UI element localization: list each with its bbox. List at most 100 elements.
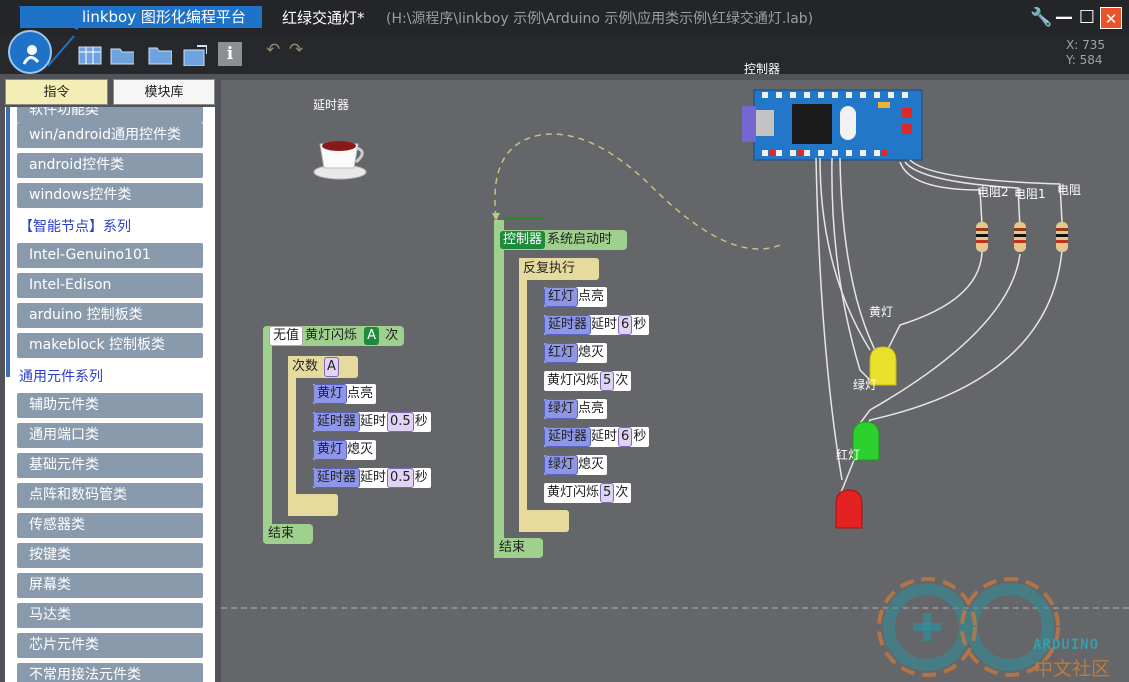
- event-block-header[interactable]: 控制器 系统启动时: [494, 230, 627, 250]
- event-target[interactable]: 控制器: [500, 231, 546, 249]
- category-item[interactable]: win/android通用控件类: [17, 123, 203, 148]
- statement-value[interactable]: 5: [600, 483, 615, 503]
- statement-action: 延时: [591, 317, 618, 332]
- repeat-block-end: [288, 494, 338, 516]
- statement-block[interactable]: 黄灯闪烁 5 次: [544, 483, 632, 503]
- category-item[interactable]: 软件功能类: [17, 107, 203, 123]
- open-folder-icon[interactable]: [110, 44, 134, 66]
- resistor-label: 电阻: [1057, 183, 1082, 197]
- statement-block[interactable]: 黄灯闪烁 5 次: [544, 371, 632, 391]
- statement-target[interactable]: 绿灯: [544, 399, 579, 419]
- coffee-cup-timer-icon[interactable]: [312, 134, 370, 182]
- minimize-button[interactable]: —: [1053, 7, 1075, 29]
- category-item[interactable]: android控件类: [17, 153, 203, 178]
- close-button[interactable]: ✕: [1100, 7, 1122, 29]
- category-header: 通用元件系列: [19, 369, 103, 385]
- repeat-count-label: 次数: [292, 359, 319, 374]
- category-item[interactable]: 辅助元件类: [17, 393, 203, 418]
- statement-block[interactable]: 延时器 延时 6 秒: [544, 427, 650, 447]
- statement-block[interactable]: 延时器 延时 0.5 秒: [313, 412, 431, 432]
- statement-block[interactable]: 延时器 延时 6 秒: [544, 315, 650, 335]
- statement-target[interactable]: 延时器: [544, 427, 592, 447]
- function-block-frame: [263, 326, 272, 544]
- category-item[interactable]: windows控件类: [17, 183, 203, 208]
- resistor2-label: 电阻2: [977, 185, 1009, 199]
- resistors-icon[interactable]: [974, 222, 1074, 254]
- tab-instructions[interactable]: 指令: [5, 79, 108, 105]
- category-header: 【智能节点】系列: [19, 219, 131, 235]
- statement-block[interactable]: 黄灯 点亮: [313, 384, 377, 404]
- redo-icon[interactable]: ↷: [289, 40, 303, 60]
- loop-block-end: [519, 510, 569, 532]
- statement-target[interactable]: 延时器: [313, 412, 361, 432]
- statement-action: 延时: [591, 429, 618, 444]
- statement-block[interactable]: 黄灯 熄灭: [313, 440, 377, 460]
- function-block-header[interactable]: 无值 黄灯闪烁 A 次: [263, 326, 404, 346]
- loop-forever-block[interactable]: 反复执行: [519, 258, 599, 280]
- category-item[interactable]: Intel-Genuino101: [17, 243, 203, 268]
- category-scrollbar[interactable]: [6, 107, 10, 377]
- undo-icon[interactable]: ↶: [266, 40, 280, 60]
- statement-block[interactable]: 延时器 延时 0.5 秒: [313, 468, 431, 488]
- statement-block[interactable]: 红灯 点亮: [544, 287, 608, 307]
- statement-action: 黄灯闪烁: [547, 485, 600, 500]
- statement-action: 点亮: [347, 386, 374, 401]
- statement-unit: 次: [615, 373, 629, 388]
- folder-icon[interactable]: [148, 44, 172, 66]
- return-type-tag: 无值: [269, 326, 304, 346]
- category-item[interactable]: 点阵和数码管类: [17, 483, 203, 508]
- category-item[interactable]: 不常用接法元件类: [17, 663, 203, 682]
- statement-value[interactable]: 6: [618, 315, 633, 335]
- statement-block[interactable]: 绿灯 点亮: [544, 399, 608, 419]
- statement-value[interactable]: 0.5: [387, 412, 414, 432]
- statement-value[interactable]: 5: [600, 371, 615, 391]
- category-item[interactable]: 芯片元件类: [17, 633, 203, 658]
- watermark-text-en: ARDUINO: [1033, 637, 1100, 653]
- statement-target[interactable]: 绿灯: [544, 455, 579, 475]
- coord-y: Y: 584: [1066, 53, 1103, 67]
- statement-action: 熄灭: [578, 345, 605, 360]
- green-light-label: 绿灯: [853, 378, 878, 392]
- maximize-button[interactable]: ☐: [1076, 7, 1098, 29]
- category-item[interactable]: arduino 控制板类: [17, 303, 203, 328]
- repeat-count-block[interactable]: 次数 A: [288, 356, 358, 378]
- category-item[interactable]: 传感器类: [17, 513, 203, 538]
- category-item[interactable]: makeblock 控制板类: [17, 333, 203, 358]
- category-item[interactable]: 马达类: [17, 603, 203, 628]
- statement-value[interactable]: 6: [618, 427, 633, 447]
- category-item[interactable]: Intel-Edison: [17, 273, 203, 298]
- category-item[interactable]: 基础元件类: [17, 453, 203, 478]
- category-item[interactable]: 通用端口类: [17, 423, 203, 448]
- red-light-label: 红灯: [836, 448, 861, 462]
- settings-wrench-icon[interactable]: 🔧: [1030, 7, 1052, 29]
- function-name: 黄灯闪烁: [305, 328, 358, 343]
- save-export-icon[interactable]: [183, 44, 207, 66]
- statement-target[interactable]: 红灯: [544, 343, 579, 363]
- title-bar: linkboy 图形化编程平台 红绿交通灯* (H:\源程序\linkboy 示…: [0, 0, 1129, 36]
- function-param[interactable]: A: [364, 327, 380, 345]
- statement-block[interactable]: 绿灯 熄灭: [544, 455, 608, 475]
- red-led-icon[interactable]: [832, 488, 866, 532]
- category-item[interactable]: 按键类: [17, 543, 203, 568]
- statement-action: 熄灭: [347, 442, 374, 457]
- statement-target[interactable]: 延时器: [313, 468, 361, 488]
- timer-label: 延时器: [313, 98, 350, 112]
- wires: [815, 157, 1063, 496]
- tab-module-library[interactable]: 模块库: [113, 79, 215, 105]
- left-panel-tabs: 指令 模块库: [5, 79, 215, 107]
- category-item[interactable]: 屏幕类: [17, 573, 203, 598]
- resistor1-label: 电阻1: [1014, 187, 1046, 201]
- statement-value[interactable]: 0.5: [387, 468, 414, 488]
- statement-block[interactable]: 红灯 熄灭: [544, 343, 608, 363]
- statement-action: 点亮: [578, 289, 605, 304]
- yellow-light-label: 黄灯: [869, 305, 894, 319]
- info-icon[interactable]: i: [218, 42, 242, 66]
- statement-target[interactable]: 红灯: [544, 287, 579, 307]
- statement-target[interactable]: 黄灯: [313, 440, 348, 460]
- statement-action: 点亮: [578, 401, 605, 416]
- statement-target[interactable]: 黄灯: [313, 384, 348, 404]
- cursor-coordinates: X: 735 Y: 584: [1066, 38, 1105, 68]
- repeat-count-param[interactable]: A: [324, 357, 339, 377]
- new-file-icon[interactable]: [78, 44, 102, 66]
- statement-target[interactable]: 延时器: [544, 315, 592, 335]
